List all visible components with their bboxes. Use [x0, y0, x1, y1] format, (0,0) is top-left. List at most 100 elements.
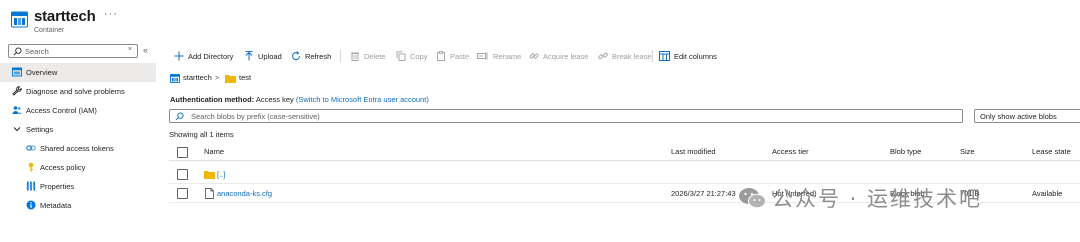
more-options-icon[interactable]: ···: [104, 8, 118, 20]
info-icon: [26, 200, 36, 210]
folder-icon: [204, 171, 215, 179]
sidebar-item-properties[interactable]: Properties: [0, 177, 156, 196]
blob-prefix-search-input[interactable]: Search blobs by prefix (case-sensitive): [169, 109, 963, 123]
switch-auth-link[interactable]: (Switch to Microsoft Entra user account): [296, 95, 429, 104]
copy-icon: [396, 51, 406, 61]
wrench-icon: [12, 86, 22, 96]
chevron-down-icon: [13, 127, 21, 132]
paste-label: Paste: [450, 51, 470, 61]
key-icon: [28, 162, 34, 172]
sidebar-item-label: Access Control (IAM): [26, 106, 97, 115]
properties-icon: [26, 181, 36, 191]
trash-icon: [351, 52, 359, 61]
collapse-sidebar-icon[interactable]: «: [143, 45, 148, 55]
rename-icon: [477, 52, 488, 60]
sidebar-item-label: Metadata: [40, 201, 72, 210]
sidebar-search-input[interactable]: Search ×: [8, 44, 138, 58]
add-directory-label: Add Directory: [188, 51, 234, 61]
sidebar-item-settings[interactable]: Settings: [0, 120, 156, 139]
page-title: starttech: [34, 8, 96, 25]
column-header-name[interactable]: Name: [204, 147, 224, 156]
wechat-logo-icon: [739, 188, 766, 209]
row-last-modified: 2026/3/27 21:27:43: [671, 189, 736, 198]
auth-method-label: Authentication method:: [170, 95, 255, 104]
break-lease-label: Break lease: [612, 51, 652, 61]
refresh-button[interactable]: Refresh: [291, 49, 331, 63]
sidebar-item-label: Overview: [26, 68, 58, 77]
edit-columns-button[interactable]: Edit columns: [659, 49, 717, 63]
breadcrumb-current: test: [239, 73, 252, 82]
row-name-link[interactable]: anaconda-ks.cfg: [217, 189, 272, 198]
acquire-lease-icon: [529, 53, 539, 59]
page-subtitle: Container: [34, 27, 65, 34]
row-checkbox[interactable]: [177, 188, 188, 199]
column-header-blob-type[interactable]: Blob type: [890, 147, 921, 156]
column-header-size[interactable]: Size: [960, 147, 975, 156]
sidebar-item-shared-access-tokens[interactable]: Shared access tokens: [0, 139, 156, 158]
file-icon: [205, 188, 214, 199]
add-directory-button[interactable]: Add Directory: [174, 49, 233, 63]
copy-button[interactable]: Copy: [396, 49, 428, 63]
delete-label: Delete: [364, 51, 386, 61]
page-header: starttech ··· Container: [0, 0, 1080, 40]
auth-method-value: Access key: [255, 95, 294, 104]
auth-method: Authentication method: Access key (Switc…: [170, 95, 429, 104]
upload-button[interactable]: Upload: [244, 49, 282, 63]
edit-columns-icon: [659, 51, 670, 61]
plus-icon: [174, 51, 184, 61]
breadcrumb-separator: >: [215, 73, 220, 82]
link-icon: [26, 145, 36, 151]
delete-button[interactable]: Delete: [350, 49, 386, 63]
select-all-checkbox[interactable]: [177, 147, 188, 158]
row-lease-state: Available: [1032, 189, 1063, 198]
refresh-icon: [292, 51, 301, 61]
items-count: Showing all 1 items: [169, 130, 234, 139]
toolbar-divider: [340, 50, 341, 62]
sidebar-item-label: Access policy: [40, 163, 86, 172]
rename-label: Rename: [493, 51, 522, 61]
refresh-label: Refresh: [305, 51, 332, 61]
edit-columns-label: Edit columns: [674, 51, 717, 61]
acquire-lease-label: Acquire lease: [543, 51, 589, 61]
breadcrumb-root-link[interactable]: starttech: [183, 73, 212, 82]
command-bar: Add Directory Upload Refresh Delete Copy: [170, 47, 1075, 65]
search-icon: [13, 47, 22, 56]
container-icon: [170, 74, 180, 83]
watermark: 公众号 · 运维技术吧: [738, 180, 982, 216]
sidebar: Search × « Overview Diagnose and solve p…: [0, 40, 160, 242]
sidebar-item-metadata[interactable]: Metadata: [0, 196, 156, 215]
sidebar-item-diagnose[interactable]: Diagnose and solve problems: [0, 82, 156, 101]
column-header-last-modified[interactable]: Last modified: [671, 147, 716, 156]
overview-icon: [12, 67, 22, 77]
paste-button[interactable]: Paste: [436, 49, 469, 63]
sidebar-item-overview[interactable]: Overview: [0, 63, 156, 82]
toolbar-divider: [652, 50, 653, 62]
row-name-link[interactable]: [..]: [217, 170, 225, 179]
paste-icon: [437, 51, 445, 61]
container-icon: [11, 11, 28, 28]
sidebar-item-label: Shared access tokens: [40, 144, 114, 153]
column-header-lease-state[interactable]: Lease state: [1032, 147, 1071, 156]
upload-label: Upload: [258, 51, 282, 61]
row-checkbox[interactable]: [177, 169, 188, 180]
people-icon: [12, 106, 22, 114]
acquire-lease-button[interactable]: Acquire lease: [529, 49, 588, 63]
active-blobs-value: Only show active blobs: [980, 112, 1057, 121]
sidebar-item-access-policy[interactable]: Access policy: [0, 158, 156, 177]
column-header-access-tier[interactable]: Access tier: [772, 147, 809, 156]
prefix-search-placeholder: Search blobs by prefix (case-sensitive): [191, 112, 320, 121]
sidebar-item-label: Settings: [26, 125, 54, 134]
sidebar-item-label: Diagnose and solve problems: [26, 87, 125, 96]
active-blobs-dropdown[interactable]: Only show active blobs: [974, 109, 1080, 123]
rename-button[interactable]: Rename: [477, 49, 521, 63]
break-lease-button[interactable]: Break lease: [598, 49, 652, 63]
clear-search-icon[interactable]: ×: [128, 46, 132, 53]
search-icon: [175, 112, 184, 121]
watermark-text: 公众号 · 运维技术吧: [772, 187, 983, 211]
sidebar-item-label: Properties: [40, 182, 75, 191]
table-header: Name Last modified Access tier Blob type…: [169, 143, 1080, 161]
upload-icon: [245, 51, 253, 61]
sidebar-item-access-control[interactable]: Access Control (IAM): [0, 101, 156, 120]
folder-icon: [225, 75, 236, 83]
copy-label: Copy: [410, 51, 428, 61]
